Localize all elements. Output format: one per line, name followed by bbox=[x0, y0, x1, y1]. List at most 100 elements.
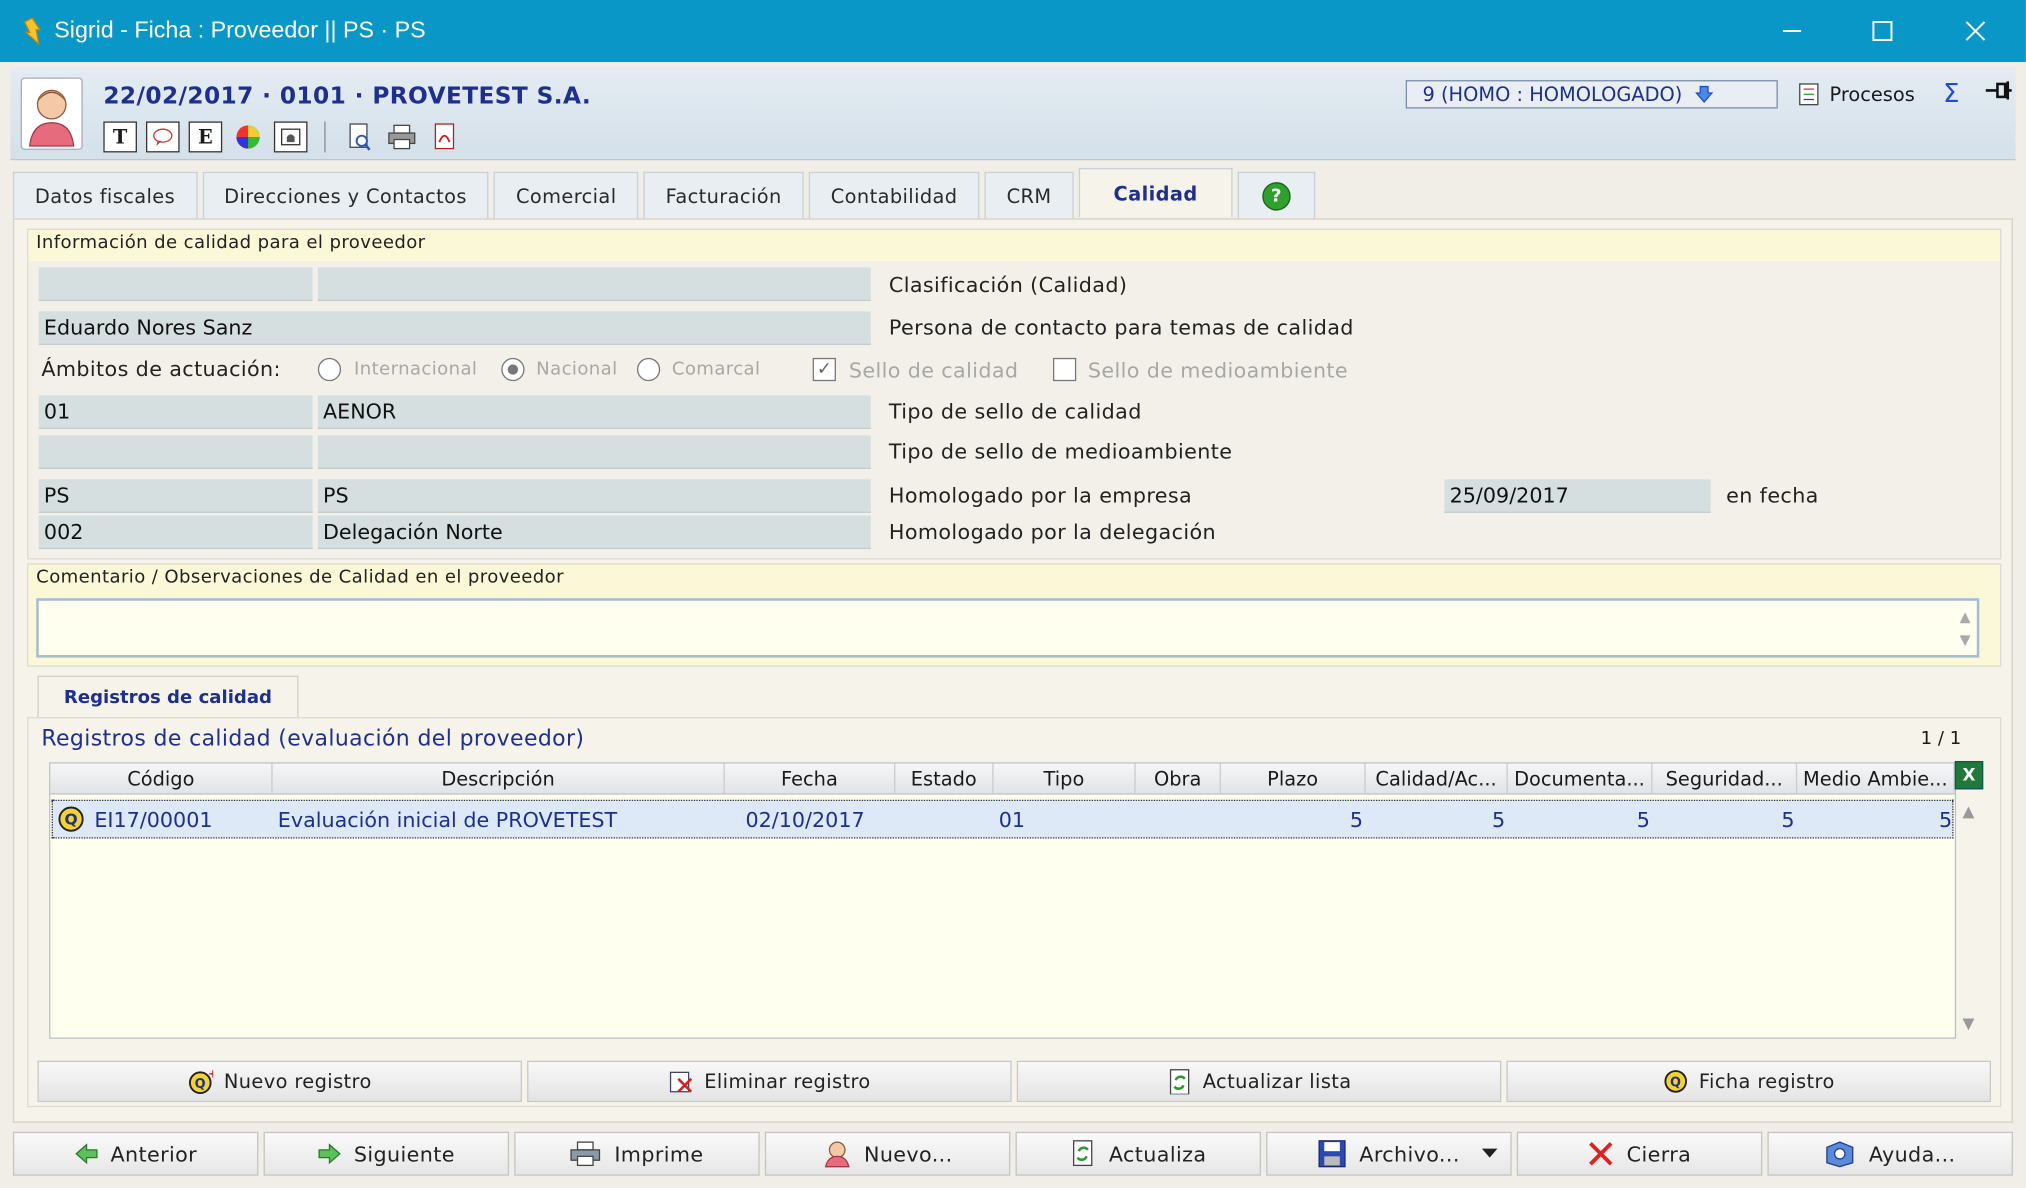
clasificacion-code-field[interactable] bbox=[38, 267, 313, 302]
attach-tool-button[interactable] bbox=[273, 121, 308, 153]
tab-direcciones-contactos[interactable]: Direcciones y Contactos bbox=[202, 171, 489, 219]
actualizar-lista-button[interactable]: Actualizar lista bbox=[1016, 1060, 1502, 1103]
text-tool-button[interactable]: T bbox=[103, 121, 137, 153]
ficha-registro-button[interactable]: Q Ficha registro bbox=[1506, 1060, 1991, 1103]
tab-contabilidad[interactable]: Contabilidad bbox=[808, 171, 980, 219]
cierra-button[interactable]: Cierra bbox=[1516, 1131, 1763, 1176]
sigma-icon[interactable]: Σ bbox=[1943, 78, 1959, 109]
clasificacion-desc-field[interactable] bbox=[317, 267, 871, 302]
excel-export-icon[interactable]: X bbox=[1954, 760, 1984, 790]
radio-internacional[interactable] bbox=[317, 357, 342, 382]
nuevo-registro-button[interactable]: Q+ Nuevo registro bbox=[37, 1060, 522, 1103]
col-documentacion[interactable]: Documenta... bbox=[1508, 763, 1653, 795]
refresh-document-icon bbox=[1073, 1140, 1093, 1167]
cell-codigo: EI17/00001 bbox=[94, 806, 213, 832]
eliminar-registro-button[interactable]: Eliminar registro bbox=[527, 1060, 1012, 1103]
col-tipo[interactable]: Tipo bbox=[994, 763, 1136, 795]
col-descripcion[interactable]: Descripción bbox=[273, 763, 725, 795]
person-icon bbox=[28, 89, 75, 147]
printer-icon bbox=[388, 124, 416, 150]
preview-document-icon bbox=[349, 123, 371, 151]
archivo-button[interactable]: Archivo... bbox=[1266, 1131, 1512, 1176]
pin-icon[interactable] bbox=[1985, 80, 2013, 107]
document-bell-icon bbox=[281, 128, 301, 146]
app-icon bbox=[23, 17, 42, 46]
status-selector[interactable]: 9 (HOMO : HOMOLOGADO) bbox=[1405, 80, 1778, 109]
pdf-button[interactable] bbox=[428, 121, 462, 152]
grid-header: Código Descripción Fecha Estado Tipo Obr… bbox=[50, 760, 1984, 795]
refresh-document-icon bbox=[1169, 1069, 1190, 1095]
siguiente-button[interactable]: Siguiente bbox=[263, 1131, 510, 1176]
empresa-code-field[interactable]: PS bbox=[38, 479, 313, 513]
print-button[interactable] bbox=[385, 121, 419, 152]
preview-button[interactable] bbox=[342, 121, 376, 152]
checkbox-sello-calidad[interactable]: ✓ bbox=[812, 357, 836, 382]
sello-label: Tipo de sello de calidad bbox=[888, 399, 1142, 424]
calidad-panel: Información de calidad para el proveedor… bbox=[12, 218, 2013, 1123]
col-plazo[interactable]: Plazo bbox=[1221, 763, 1366, 795]
col-calidad[interactable]: Calidad/Ac... bbox=[1366, 763, 1508, 795]
homologado-fecha-field[interactable]: 25/09/2017 bbox=[1444, 479, 1711, 513]
svg-text:Q: Q bbox=[1670, 1076, 1681, 1091]
minimize-icon bbox=[1782, 30, 1802, 32]
tab-registros-calidad[interactable]: Registros de calidad bbox=[37, 675, 299, 718]
medio-desc-field[interactable] bbox=[317, 435, 871, 469]
empresa-desc-field[interactable]: PS bbox=[317, 479, 871, 513]
svg-text:+: + bbox=[208, 1068, 213, 1080]
cell-documentacion: 5 bbox=[1636, 806, 1650, 832]
anterior-button[interactable]: Anterior bbox=[12, 1131, 259, 1176]
list-document-icon bbox=[1799, 83, 1819, 106]
medio-label: Tipo de sello de medioambiente bbox=[888, 439, 1233, 464]
comment-section: Comentario / Observaciones de Calidad en… bbox=[27, 563, 2002, 667]
minimize-button[interactable] bbox=[1747, 0, 1837, 62]
delegacion-code-field[interactable]: 002 bbox=[38, 515, 313, 550]
col-medio-ambiente[interactable]: Medio Ambie... bbox=[1797, 763, 1955, 795]
radio-nacional-label: Nacional bbox=[536, 359, 618, 380]
contact-person-label: Persona de contacto para temas de calida… bbox=[888, 315, 1354, 340]
nuevo-button[interactable]: Nuevo... bbox=[764, 1131, 1011, 1176]
en-fecha-label: en fecha bbox=[1726, 483, 1819, 508]
maximize-button[interactable] bbox=[1837, 0, 1927, 62]
col-estado[interactable]: Estado bbox=[895, 763, 994, 795]
ayuda-button[interactable]: Ayuda... bbox=[1767, 1131, 2013, 1176]
delegacion-desc-field[interactable]: Delegación Norte bbox=[317, 515, 871, 550]
col-seguridad[interactable]: Seguridad... bbox=[1652, 763, 1798, 795]
sello-code-field[interactable]: 01 bbox=[38, 395, 313, 429]
grid-scrollbar[interactable]: ▲ ▼ bbox=[1957, 795, 1983, 1038]
e-tool-button[interactable]: E bbox=[188, 121, 223, 153]
color-tool-button[interactable] bbox=[231, 121, 265, 152]
chevron-down-icon[interactable] bbox=[1481, 1148, 1498, 1158]
comment-scrollbar[interactable]: ▲ ▼ bbox=[1956, 606, 1974, 653]
checkbox-sello-medioambiente[interactable] bbox=[1052, 357, 1077, 382]
contact-person-field[interactable]: Eduardo Nores Sanz bbox=[38, 311, 871, 345]
col-fecha[interactable]: Fecha bbox=[725, 763, 896, 795]
tab-facturacion[interactable]: Facturación bbox=[643, 171, 804, 219]
table-row[interactable]: Q EI17/00001 Evaluación inicial de PROVE… bbox=[51, 799, 1954, 839]
records-actions: Q+ Nuevo registro Eliminar registro Actu… bbox=[37, 1060, 1991, 1103]
radio-nacional[interactable] bbox=[501, 357, 525, 382]
svg-text:Q: Q bbox=[64, 810, 77, 828]
close-window-button[interactable] bbox=[1930, 0, 2020, 62]
supplier-avatar[interactable] bbox=[20, 77, 83, 150]
quality-info-section: Información de calidad para el proveedor… bbox=[27, 228, 2002, 560]
record-detail-icon: Q bbox=[1664, 1070, 1687, 1093]
procesos-button[interactable]: Procesos bbox=[1798, 83, 1915, 106]
comment-tool-button[interactable] bbox=[145, 121, 180, 153]
tab-calidad[interactable]: Calidad bbox=[1078, 167, 1233, 218]
medio-code-field[interactable] bbox=[38, 435, 313, 469]
tab-datos-fiscales[interactable]: Datos fiscales bbox=[12, 171, 198, 219]
close-icon bbox=[1965, 21, 1986, 41]
tab-comercial[interactable]: Comercial bbox=[493, 171, 639, 219]
svg-text:Q: Q bbox=[195, 1077, 206, 1092]
cell-tipo: 01 bbox=[998, 806, 1026, 832]
actualiza-button[interactable]: Actualiza bbox=[1015, 1131, 1261, 1176]
imprime-button[interactable]: Imprime bbox=[514, 1131, 760, 1176]
radio-comarcal[interactable] bbox=[636, 357, 661, 382]
sello-desc-field[interactable]: AENOR bbox=[317, 395, 871, 429]
col-obra[interactable]: Obra bbox=[1136, 763, 1221, 795]
comment-textarea[interactable]: ▲ ▼ bbox=[36, 598, 1980, 658]
close-icon bbox=[1589, 1142, 1613, 1166]
tab-crm[interactable]: CRM bbox=[984, 171, 1074, 219]
col-codigo[interactable]: Código bbox=[50, 763, 273, 795]
tab-help[interactable]: ? bbox=[1237, 171, 1316, 219]
